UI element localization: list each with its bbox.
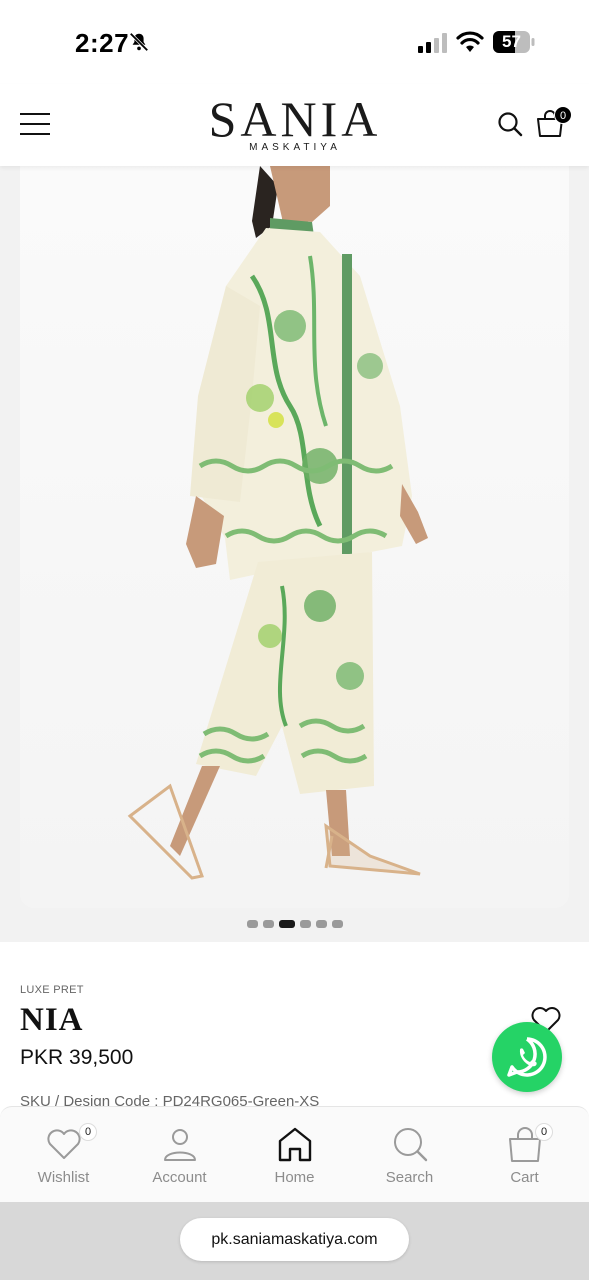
battery-level: 57 bbox=[502, 32, 521, 51]
nav-label: Account bbox=[152, 1169, 207, 1186]
brand-logo[interactable]: SANIA MASKATIYA bbox=[200, 92, 390, 153]
nav-label: Cart bbox=[510, 1169, 539, 1186]
gallery-dot[interactable] bbox=[331, 920, 343, 928]
product-image[interactable] bbox=[20, 166, 569, 908]
logo-wordmark: SANIA bbox=[208, 91, 382, 147]
bottom-navigation: 0 Wishlist Account Home Search 0 Cart bbox=[0, 1106, 589, 1202]
search-icon[interactable] bbox=[497, 111, 523, 137]
browser-toolbar: pk.saniamaskatiya.com bbox=[0, 1202, 589, 1280]
status-bar: 2:27 57 bbox=[0, 0, 589, 84]
nav-item-home[interactable]: Home bbox=[236, 1107, 353, 1203]
bell-off-icon bbox=[129, 32, 149, 52]
model-illustration bbox=[127, 166, 428, 880]
wishlist-count-badge: 0 bbox=[79, 1123, 97, 1141]
heart-icon bbox=[47, 1129, 81, 1159]
gallery-dot[interactable] bbox=[315, 920, 327, 928]
address-bar[interactable]: pk.saniamaskatiya.com bbox=[180, 1218, 409, 1261]
nav-item-search[interactable]: Search bbox=[351, 1107, 468, 1203]
gallery-dot[interactable] bbox=[299, 920, 311, 928]
gallery-dot[interactable] bbox=[278, 920, 295, 928]
cart-count-badge: 0 bbox=[535, 1123, 553, 1141]
product-gallery[interactable] bbox=[0, 166, 589, 942]
search-icon bbox=[394, 1128, 428, 1162]
site-header: SANIA MASKATIYA 0 bbox=[0, 84, 589, 166]
nav-label: Wishlist bbox=[37, 1169, 90, 1186]
gallery-dot[interactable] bbox=[246, 920, 258, 928]
cellular-signal-icon bbox=[418, 33, 447, 53]
status-time: 2:27 bbox=[75, 28, 130, 58]
nav-label: Search bbox=[385, 1169, 434, 1186]
nav-item-wishlist[interactable]: 0 Wishlist bbox=[5, 1107, 122, 1203]
nav-item-account[interactable]: Account bbox=[121, 1107, 238, 1203]
gallery-pagination[interactable] bbox=[0, 920, 589, 928]
product-category[interactable]: LUXE PRET bbox=[20, 984, 84, 996]
nav-label: Home bbox=[274, 1169, 315, 1186]
product-price: PKR 39,500 bbox=[20, 1046, 134, 1069]
nav-item-cart[interactable]: 0 Cart bbox=[466, 1107, 583, 1203]
whatsapp-icon bbox=[507, 1037, 547, 1077]
cart-count-badge: 0 bbox=[554, 106, 572, 124]
product-title: NIA bbox=[20, 1002, 84, 1038]
home-icon bbox=[278, 1127, 312, 1162]
user-icon bbox=[164, 1129, 196, 1161]
wifi-icon bbox=[456, 31, 484, 52]
battery-icon: 57 bbox=[493, 31, 535, 53]
whatsapp-chat-button[interactable] bbox=[492, 1022, 562, 1092]
hamburger-menu-icon[interactable] bbox=[20, 111, 50, 137]
gallery-dot[interactable] bbox=[262, 920, 274, 928]
